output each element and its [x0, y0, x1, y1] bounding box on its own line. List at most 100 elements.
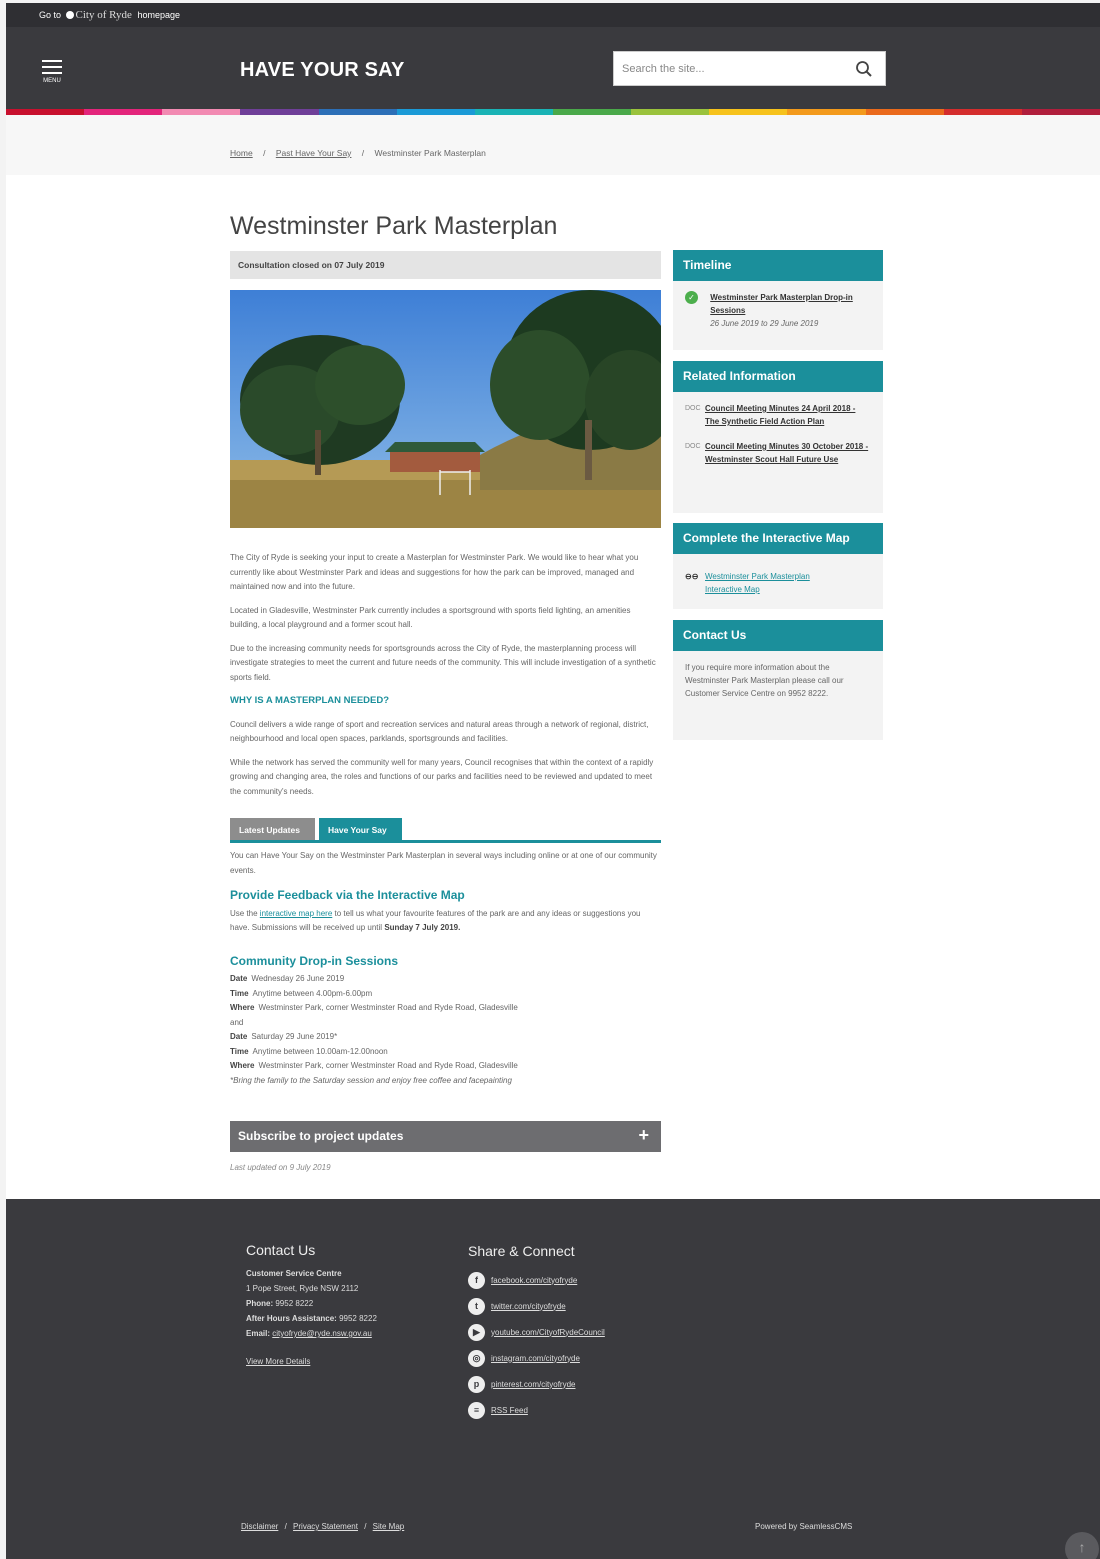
- event-field-label: Time: [230, 988, 249, 998]
- breadcrumb-separator: /: [361, 148, 365, 158]
- rss-icon: ≡: [468, 1401, 485, 1419]
- privacy-statement-link[interactable]: Privacy Statement: [293, 1522, 358, 1531]
- event-field-value: Westminster Park, corner Westminster Roa…: [258, 1061, 518, 1070]
- email-label: Email:: [246, 1329, 271, 1338]
- event-row: Where Westminster Park, corner Westminste…: [230, 1059, 661, 1074]
- event-field-value: Anytime between 4.00pm-6.00pm: [252, 988, 373, 998]
- tab-latest-updates[interactable]: Latest Updates: [230, 818, 315, 840]
- site-footer: Contact Us Customer Service Centre 1 Pop…: [6, 1199, 1100, 1559]
- social-link[interactable]: twitter.com/cityofryde: [491, 1302, 566, 1311]
- page-title: Westminster Park Masterplan: [230, 212, 558, 240]
- social-link[interactable]: youtube.com/CityofRydeCouncil: [491, 1328, 605, 1337]
- check-icon: ✓: [685, 291, 698, 304]
- timeline-body: ✓ Westminster Park Masterplan Drop-in Se…: [673, 281, 883, 340]
- footer-links: Disclaimer / Privacy Statement / Site Ma…: [241, 1522, 404, 1531]
- social-link-row[interactable]: ≡ RSS Feed: [468, 1397, 605, 1423]
- timeline-link[interactable]: Westminster Park Masterplan Drop-in Sess…: [710, 293, 853, 315]
- site-map-link[interactable]: Site Map: [373, 1522, 405, 1531]
- contact-panel: Contact Us If you require more informati…: [673, 620, 883, 740]
- menu-label: MENU: [43, 78, 61, 84]
- park-photo: [230, 290, 661, 528]
- interactive-map-link[interactable]: interactive map here: [260, 909, 332, 918]
- instagram-icon: ◎: [468, 1349, 485, 1367]
- powered-by: Powered by SeamlessCMS: [755, 1522, 853, 1531]
- customer-service-centre: Customer Service Centre: [246, 1269, 342, 1278]
- facebook-icon: f: [468, 1271, 485, 1289]
- intro-paragraph: Due to the increasing community needs fo…: [230, 643, 656, 682]
- event-row: and: [230, 1016, 661, 1031]
- breadcrumb-bar: Home / Past Have Your Say / Westminster …: [6, 115, 1100, 175]
- pinterest-icon: p: [468, 1375, 485, 1393]
- event-list: Date Wednesday 26 June 2019 Time Anytime be…: [230, 972, 661, 1074]
- related-link[interactable]: Council Meeting Minutes 24 April 2018 - …: [705, 402, 870, 428]
- hamburger-bar: [42, 66, 62, 68]
- tab-intro: You can Have Your Say on the Westminster…: [230, 851, 657, 875]
- site-title[interactable]: HAVE YOUR SAY: [240, 59, 405, 82]
- footer-contact: Contact Us Customer Service Centre 1 Pop…: [246, 1243, 377, 1369]
- related-link[interactable]: Council Meeting Minutes 30 October 2018 …: [705, 440, 870, 466]
- city-logo-icon: [65, 11, 74, 19]
- feedback-heading: Provide Feedback via the Interactive Map: [230, 888, 465, 902]
- social-link-row[interactable]: t twitter.com/cityofryde: [468, 1293, 605, 1319]
- timeline-title: Timeline: [673, 250, 883, 281]
- social-link-row[interactable]: p pinterest.com/cityofryde: [468, 1371, 605, 1397]
- feedback-text: Use the interactive map here to tell us …: [230, 907, 661, 936]
- event-field-value: and: [230, 1017, 244, 1027]
- search-box[interactable]: Search the site...: [613, 51, 886, 86]
- search-icon[interactable]: [855, 60, 873, 83]
- event-row: Time Anytime between 10.00am-12.00noon: [230, 1045, 661, 1060]
- interactive-map-panel: Complete the Interactive Map ⊖⊖ Westminst…: [673, 523, 883, 609]
- disclaimer-link[interactable]: Disclaimer: [241, 1522, 278, 1531]
- why-heading: WHY IS A MASTERPLAN NEEDED?: [230, 695, 390, 706]
- last-updated: Last updated on 9 July 2019: [230, 1163, 331, 1172]
- dropin-heading: Community Drop-in Sessions: [230, 953, 399, 968]
- subscribe-toggle[interactable]: Subscribe to project updates +: [230, 1121, 661, 1152]
- social-link-row[interactable]: ▶ youtube.com/CityofRydeCouncil: [468, 1319, 605, 1345]
- timeline-panel: Timeline ✓ Westminster Park Masterplan D…: [673, 250, 883, 350]
- subscribe-label: Subscribe to project updates: [238, 1129, 404, 1143]
- event-row: Where Westminster Park, corner Westminste…: [230, 1001, 661, 1016]
- footer-email-link[interactable]: cityofryde@ryde.nsw.gov.au: [272, 1329, 372, 1338]
- breadcrumb-home[interactable]: Home: [230, 148, 253, 158]
- social-link[interactable]: instagram.com/cityofryde: [491, 1354, 580, 1363]
- breadcrumb-past-have-your-say[interactable]: Past Have Your Say: [276, 148, 352, 158]
- social-link[interactable]: RSS Feed: [491, 1406, 528, 1415]
- city-homepage-link[interactable]: Go to City of Ryde homepage: [39, 9, 180, 21]
- intro-paragraph: Located in Gladesville, Westminster Park…: [230, 605, 631, 630]
- event-field-label: Date: [230, 974, 248, 983]
- event-field-value: Anytime between 10.00am-12.00noon: [252, 1046, 388, 1056]
- interactive-map-title: Complete the Interactive Map: [673, 523, 883, 554]
- footer-share-title: Share & Connect: [468, 1243, 575, 1259]
- top-bar: Go to City of Ryde homepage: [6, 3, 1100, 27]
- event-field-value: Saturday 29 June 2019*: [251, 1032, 338, 1041]
- event-field-value: Westminster Park, corner Westminster Roa…: [258, 1003, 518, 1012]
- social-link-row[interactable]: ◎ instagram.com/cityofryde: [468, 1345, 605, 1371]
- social-link[interactable]: pinterest.com/cityofryde: [491, 1380, 575, 1389]
- event-field-label: Date: [230, 1032, 248, 1041]
- plus-icon: +: [638, 1125, 649, 1145]
- feedback-deadline: Sunday 7 July 2019.: [384, 923, 461, 932]
- footer-separator: /: [364, 1522, 367, 1531]
- contact-text: If you require more information about th…: [685, 663, 844, 698]
- back-to-top-button[interactable]: ↑: [1065, 1532, 1099, 1559]
- document-icon: DOC: [685, 443, 701, 450]
- view-more-details-link[interactable]: View More Details: [246, 1357, 310, 1366]
- footer-after-hours: 9952 8222: [339, 1314, 377, 1323]
- related-info-body: DOC Council Meeting Minutes 24 April 2018…: [673, 392, 883, 476]
- hamburger-bar: [42, 72, 62, 74]
- why-paragraph: Council delivers a wide range of sport a…: [230, 719, 649, 744]
- breadcrumb-separator: /: [263, 148, 266, 158]
- site-header: MENU HAVE YOUR SAY Search the site...: [6, 27, 1100, 109]
- event-field-label: Where: [230, 1003, 255, 1012]
- breadcrumb: Home / Past Have Your Say / Westminster …: [230, 148, 486, 158]
- social-link[interactable]: facebook.com/cityofryde: [491, 1276, 577, 1285]
- phone-label: Phone:: [246, 1299, 274, 1308]
- menu-button[interactable]: MENU: [42, 60, 62, 84]
- social-link-row[interactable]: f facebook.com/cityofryde: [468, 1267, 605, 1293]
- search-input[interactable]: Search the site...: [622, 63, 705, 75]
- tab-have-your-say[interactable]: Have Your Say: [319, 818, 402, 840]
- related-item: DOC Council Meeting Minutes 24 April 2018…: [685, 402, 871, 428]
- interactive-map-link-sidebar[interactable]: Westminster Park Masterplan Interactive …: [705, 570, 845, 596]
- footer-share: Share & Connect f facebook.com/cityofryde…: [468, 1243, 605, 1423]
- interactive-map-body: ⊖⊖ Westminster Park Masterplan Interactiv…: [673, 554, 883, 606]
